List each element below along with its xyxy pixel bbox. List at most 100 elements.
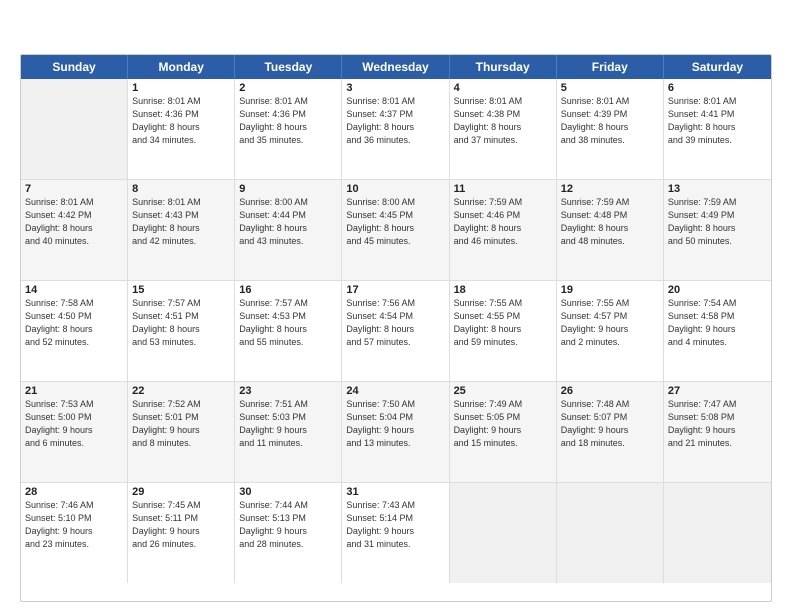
day-number: 1 xyxy=(132,82,230,94)
empty-cell xyxy=(450,483,557,583)
day-cell-8: 8Sunrise: 8:01 AM Sunset: 4:43 PM Daylig… xyxy=(128,180,235,280)
calendar-week-5: 28Sunrise: 7:46 AM Sunset: 5:10 PM Dayli… xyxy=(21,483,771,583)
day-info: Sunrise: 8:01 AM Sunset: 4:43 PM Dayligh… xyxy=(132,196,230,248)
day-number: 30 xyxy=(239,486,337,498)
day-number: 9 xyxy=(239,183,337,195)
day-cell-5: 5Sunrise: 8:01 AM Sunset: 4:39 PM Daylig… xyxy=(557,79,664,179)
day-info: Sunrise: 7:56 AM Sunset: 4:54 PM Dayligh… xyxy=(346,297,444,349)
calendar-week-1: 1Sunrise: 8:01 AM Sunset: 4:36 PM Daylig… xyxy=(21,79,771,180)
day-number: 3 xyxy=(346,82,444,94)
day-info: Sunrise: 7:43 AM Sunset: 5:14 PM Dayligh… xyxy=(346,499,444,551)
day-info: Sunrise: 7:50 AM Sunset: 5:04 PM Dayligh… xyxy=(346,398,444,450)
empty-cell xyxy=(21,79,128,179)
calendar-week-4: 21Sunrise: 7:53 AM Sunset: 5:00 PM Dayli… xyxy=(21,382,771,483)
day-number: 31 xyxy=(346,486,444,498)
day-cell-16: 16Sunrise: 7:57 AM Sunset: 4:53 PM Dayli… xyxy=(235,281,342,381)
day-cell-11: 11Sunrise: 7:59 AM Sunset: 4:46 PM Dayli… xyxy=(450,180,557,280)
day-info: Sunrise: 7:44 AM Sunset: 5:13 PM Dayligh… xyxy=(239,499,337,551)
day-header-friday: Friday xyxy=(557,55,664,79)
day-cell-29: 29Sunrise: 7:45 AM Sunset: 5:11 PM Dayli… xyxy=(128,483,235,583)
day-header-thursday: Thursday xyxy=(450,55,557,79)
day-cell-3: 3Sunrise: 8:01 AM Sunset: 4:37 PM Daylig… xyxy=(342,79,449,179)
day-info: Sunrise: 8:01 AM Sunset: 4:42 PM Dayligh… xyxy=(25,196,123,248)
day-cell-19: 19Sunrise: 7:55 AM Sunset: 4:57 PM Dayli… xyxy=(557,281,664,381)
day-cell-23: 23Sunrise: 7:51 AM Sunset: 5:03 PM Dayli… xyxy=(235,382,342,482)
day-cell-20: 20Sunrise: 7:54 AM Sunset: 4:58 PM Dayli… xyxy=(664,281,771,381)
day-info: Sunrise: 7:46 AM Sunset: 5:10 PM Dayligh… xyxy=(25,499,123,551)
day-cell-12: 12Sunrise: 7:59 AM Sunset: 4:48 PM Dayli… xyxy=(557,180,664,280)
calendar-body: 1Sunrise: 8:01 AM Sunset: 4:36 PM Daylig… xyxy=(21,79,771,583)
day-info: Sunrise: 8:01 AM Sunset: 4:36 PM Dayligh… xyxy=(132,95,230,147)
day-number: 11 xyxy=(454,183,552,195)
day-number: 20 xyxy=(668,284,767,296)
day-cell-27: 27Sunrise: 7:47 AM Sunset: 5:08 PM Dayli… xyxy=(664,382,771,482)
day-header-tuesday: Tuesday xyxy=(235,55,342,79)
day-cell-4: 4Sunrise: 8:01 AM Sunset: 4:38 PM Daylig… xyxy=(450,79,557,179)
day-info: Sunrise: 7:55 AM Sunset: 4:55 PM Dayligh… xyxy=(454,297,552,349)
day-info: Sunrise: 8:01 AM Sunset: 4:38 PM Dayligh… xyxy=(454,95,552,147)
day-number: 2 xyxy=(239,82,337,94)
day-cell-10: 10Sunrise: 8:00 AM Sunset: 4:45 PM Dayli… xyxy=(342,180,449,280)
day-number: 4 xyxy=(454,82,552,94)
day-number: 8 xyxy=(132,183,230,195)
day-number: 10 xyxy=(346,183,444,195)
day-info: Sunrise: 7:48 AM Sunset: 5:07 PM Dayligh… xyxy=(561,398,659,450)
day-number: 17 xyxy=(346,284,444,296)
logo-icon xyxy=(20,18,48,46)
day-info: Sunrise: 8:01 AM Sunset: 4:39 PM Dayligh… xyxy=(561,95,659,147)
page-header xyxy=(20,18,772,46)
day-cell-21: 21Sunrise: 7:53 AM Sunset: 5:00 PM Dayli… xyxy=(21,382,128,482)
day-number: 27 xyxy=(668,385,767,397)
day-cell-22: 22Sunrise: 7:52 AM Sunset: 5:01 PM Dayli… xyxy=(128,382,235,482)
empty-cell xyxy=(557,483,664,583)
day-cell-17: 17Sunrise: 7:56 AM Sunset: 4:54 PM Dayli… xyxy=(342,281,449,381)
empty-cell xyxy=(664,483,771,583)
day-number: 23 xyxy=(239,385,337,397)
day-cell-31: 31Sunrise: 7:43 AM Sunset: 5:14 PM Dayli… xyxy=(342,483,449,583)
day-cell-18: 18Sunrise: 7:55 AM Sunset: 4:55 PM Dayli… xyxy=(450,281,557,381)
day-number: 24 xyxy=(346,385,444,397)
day-number: 18 xyxy=(454,284,552,296)
day-info: Sunrise: 7:59 AM Sunset: 4:49 PM Dayligh… xyxy=(668,196,767,248)
day-number: 6 xyxy=(668,82,767,94)
day-cell-28: 28Sunrise: 7:46 AM Sunset: 5:10 PM Dayli… xyxy=(21,483,128,583)
day-cell-13: 13Sunrise: 7:59 AM Sunset: 4:49 PM Dayli… xyxy=(664,180,771,280)
day-info: Sunrise: 7:51 AM Sunset: 5:03 PM Dayligh… xyxy=(239,398,337,450)
day-info: Sunrise: 7:47 AM Sunset: 5:08 PM Dayligh… xyxy=(668,398,767,450)
calendar-week-3: 14Sunrise: 7:58 AM Sunset: 4:50 PM Dayli… xyxy=(21,281,771,382)
day-cell-7: 7Sunrise: 8:01 AM Sunset: 4:42 PM Daylig… xyxy=(21,180,128,280)
day-info: Sunrise: 8:01 AM Sunset: 4:36 PM Dayligh… xyxy=(239,95,337,147)
day-number: 19 xyxy=(561,284,659,296)
day-info: Sunrise: 7:49 AM Sunset: 5:05 PM Dayligh… xyxy=(454,398,552,450)
day-info: Sunrise: 8:00 AM Sunset: 4:45 PM Dayligh… xyxy=(346,196,444,248)
day-info: Sunrise: 7:58 AM Sunset: 4:50 PM Dayligh… xyxy=(25,297,123,349)
day-info: Sunrise: 7:54 AM Sunset: 4:58 PM Dayligh… xyxy=(668,297,767,349)
day-cell-24: 24Sunrise: 7:50 AM Sunset: 5:04 PM Dayli… xyxy=(342,382,449,482)
day-number: 26 xyxy=(561,385,659,397)
calendar-header: SundayMondayTuesdayWednesdayThursdayFrid… xyxy=(21,55,771,79)
day-cell-14: 14Sunrise: 7:58 AM Sunset: 4:50 PM Dayli… xyxy=(21,281,128,381)
day-number: 13 xyxy=(668,183,767,195)
day-cell-15: 15Sunrise: 7:57 AM Sunset: 4:51 PM Dayli… xyxy=(128,281,235,381)
day-info: Sunrise: 7:57 AM Sunset: 4:53 PM Dayligh… xyxy=(239,297,337,349)
day-info: Sunrise: 8:01 AM Sunset: 4:41 PM Dayligh… xyxy=(668,95,767,147)
day-header-sunday: Sunday xyxy=(21,55,128,79)
day-header-monday: Monday xyxy=(128,55,235,79)
day-cell-9: 9Sunrise: 8:00 AM Sunset: 4:44 PM Daylig… xyxy=(235,180,342,280)
calendar: SundayMondayTuesdayWednesdayThursdayFrid… xyxy=(20,54,772,602)
day-header-wednesday: Wednesday xyxy=(342,55,449,79)
day-number: 5 xyxy=(561,82,659,94)
day-cell-1: 1Sunrise: 8:01 AM Sunset: 4:36 PM Daylig… xyxy=(128,79,235,179)
day-info: Sunrise: 8:01 AM Sunset: 4:37 PM Dayligh… xyxy=(346,95,444,147)
day-info: Sunrise: 7:52 AM Sunset: 5:01 PM Dayligh… xyxy=(132,398,230,450)
logo xyxy=(20,18,48,46)
day-number: 15 xyxy=(132,284,230,296)
day-cell-6: 6Sunrise: 8:01 AM Sunset: 4:41 PM Daylig… xyxy=(664,79,771,179)
day-number: 16 xyxy=(239,284,337,296)
day-number: 21 xyxy=(25,385,123,397)
day-number: 29 xyxy=(132,486,230,498)
day-number: 14 xyxy=(25,284,123,296)
day-cell-26: 26Sunrise: 7:48 AM Sunset: 5:07 PM Dayli… xyxy=(557,382,664,482)
day-number: 25 xyxy=(454,385,552,397)
day-header-saturday: Saturday xyxy=(664,55,771,79)
